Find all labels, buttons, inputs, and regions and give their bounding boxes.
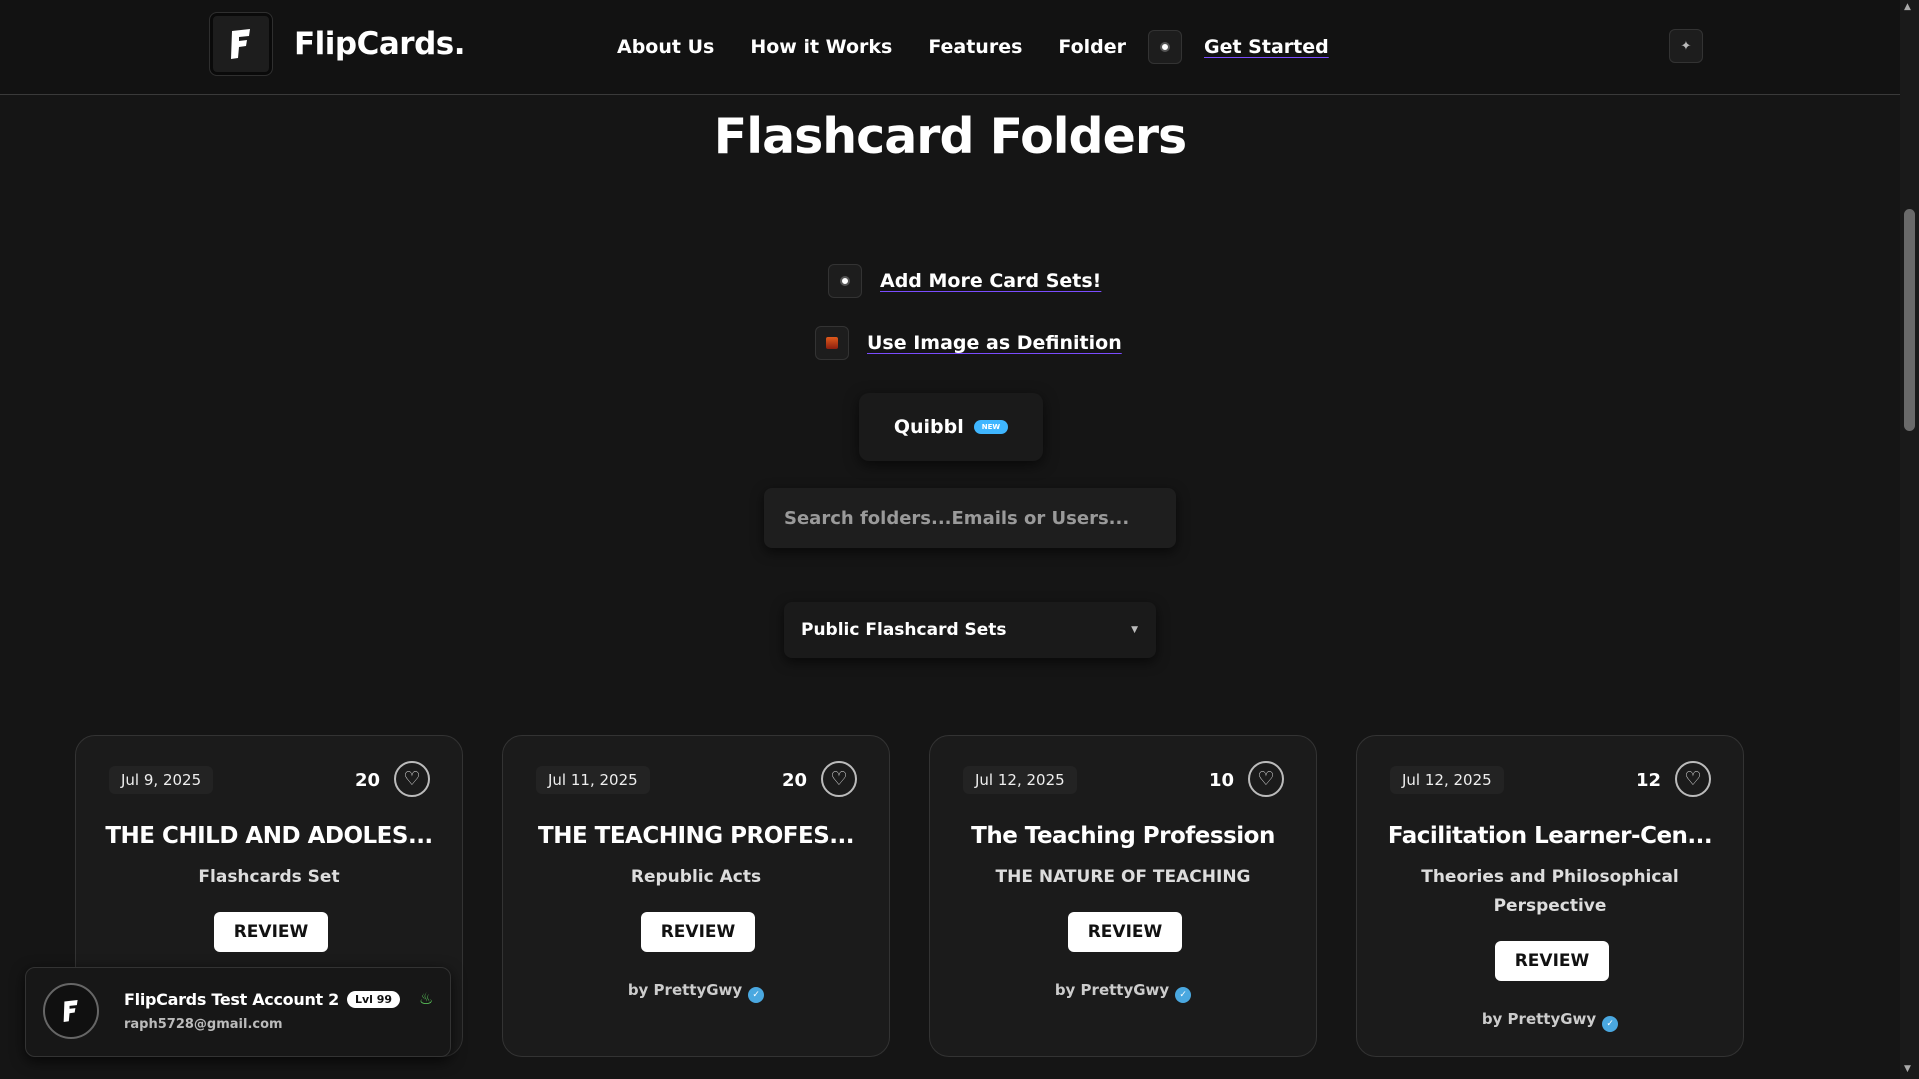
verified-icon: ✓ — [748, 987, 765, 1003]
nav-folder[interactable]: Folder — [1058, 36, 1126, 58]
image-definition-toggle[interactable]: Use Image as Definition — [815, 326, 1122, 360]
card-subtitle: Republic Acts — [630, 867, 762, 887]
card-author[interactable]: by PrettyGwy ✓ — [503, 981, 889, 1003]
heart-icon[interactable]: ♡ — [1248, 761, 1284, 797]
review-button[interactable]: REVIEW — [641, 912, 755, 952]
nav-about-us[interactable]: About Us — [617, 36, 714, 58]
card-author[interactable]: by PrettyGwy ✓ — [1357, 1010, 1743, 1032]
card-title: Facilitation Learner-Cen... — [1387, 823, 1713, 849]
card-date: Jul 12, 2025 — [963, 766, 1077, 794]
chevron-down-icon: ▼ — [1131, 625, 1138, 635]
heart-icon[interactable]: ♡ — [821, 761, 857, 797]
like-count: 20 — [781, 770, 807, 791]
get-started-icon[interactable] — [1148, 30, 1182, 64]
logo-icon[interactable] — [209, 12, 273, 76]
top-navbar: FlipCards. About Us How it Works Feature… — [0, 0, 1900, 95]
review-button[interactable]: REVIEW — [1068, 912, 1182, 952]
add-card-sets-button[interactable]: Add More Card Sets! — [828, 264, 1101, 298]
author-name[interactable]: by PrettyGwy — [1482, 1010, 1596, 1028]
account-email: raph5728@gmail.com — [124, 1017, 283, 1032]
main-nav: About Us How it Works Features Folder — [617, 36, 1126, 58]
flashcard-set-card[interactable]: Jul 11, 2025 20 ♡ THE TEACHING PROFES...… — [502, 735, 890, 1057]
avatar[interactable] — [43, 983, 99, 1039]
filter-selected-value: Public Flashcard Sets — [801, 620, 1007, 640]
verified-icon: ✓ — [1175, 987, 1192, 1003]
card-date: Jul 9, 2025 — [109, 766, 214, 794]
image-definition-label[interactable]: Use Image as Definition — [867, 332, 1122, 354]
brand-name[interactable]: FlipCards. — [294, 26, 466, 62]
card-date: Jul 11, 2025 — [536, 766, 650, 794]
sparkle-icon[interactable]: ✦ — [1669, 29, 1703, 63]
card-title: THE CHILD AND ADOLES... — [105, 823, 433, 849]
card-title: The Teaching Profession — [971, 823, 1275, 849]
card-subtitle: Theories and Philosophical Perspective — [1421, 867, 1679, 916]
like-count: 20 — [354, 770, 380, 791]
new-badge: NEW — [973, 420, 1009, 434]
heart-icon[interactable]: ♡ — [1675, 761, 1711, 797]
vertical-scrollbar[interactable]: ▲ ▼ — [1900, 0, 1919, 1079]
scroll-up-icon[interactable]: ▲ — [1904, 2, 1911, 12]
review-button[interactable]: REVIEW — [1495, 941, 1609, 981]
page-title: Flashcard Folders — [713, 108, 1187, 165]
flashcard-set-card[interactable]: Jul 12, 2025 10 ♡ The Teaching Professio… — [929, 735, 1317, 1057]
quibbl-label: Quibbl — [893, 416, 964, 438]
search-input[interactable] — [764, 488, 1176, 548]
nav-how-it-works[interactable]: How it Works — [750, 36, 892, 58]
card-subtitle: Flashcards Set — [198, 867, 340, 887]
heart-icon[interactable]: ♡ — [394, 761, 430, 797]
card-subtitle: THE NATURE OF TEACHING — [995, 867, 1251, 887]
add-sets-icon — [828, 264, 862, 298]
account-name: FlipCards Test Account 2 — [124, 990, 339, 1009]
card-author[interactable]: by PrettyGwy ✓ — [930, 981, 1316, 1003]
add-card-sets-label[interactable]: Add More Card Sets! — [880, 270, 1101, 292]
author-name[interactable]: by PrettyGwy — [1055, 981, 1169, 999]
quibbl-button[interactable]: Quibbl NEW — [859, 393, 1043, 461]
like-count: 12 — [1635, 770, 1661, 791]
folder-filter-select[interactable]: Public Flashcard Sets ▼ — [784, 602, 1156, 658]
like-count: 10 — [1208, 770, 1234, 791]
flame-icon: ♨ — [419, 989, 434, 1008]
level-badge: Lvl 99 — [347, 991, 401, 1008]
review-button[interactable]: REVIEW — [214, 912, 328, 952]
get-started-link[interactable]: Get Started — [1204, 36, 1329, 58]
card-date: Jul 12, 2025 — [1390, 766, 1504, 794]
scrollbar-thumb[interactable] — [1904, 209, 1915, 431]
image-icon — [815, 326, 849, 360]
author-name[interactable]: by PrettyGwy — [628, 981, 742, 999]
nav-features[interactable]: Features — [928, 36, 1022, 58]
flashcard-set-card[interactable]: Jul 12, 2025 12 ♡ Facilitation Learner-C… — [1356, 735, 1744, 1057]
scroll-down-icon[interactable]: ▼ — [1904, 1064, 1911, 1074]
account-panel[interactable]: FlipCards Test Account 2 Lvl 99 ♨ raph57… — [25, 967, 451, 1057]
card-title: THE TEACHING PROFES... — [538, 823, 855, 849]
verified-icon: ✓ — [1602, 1016, 1619, 1032]
